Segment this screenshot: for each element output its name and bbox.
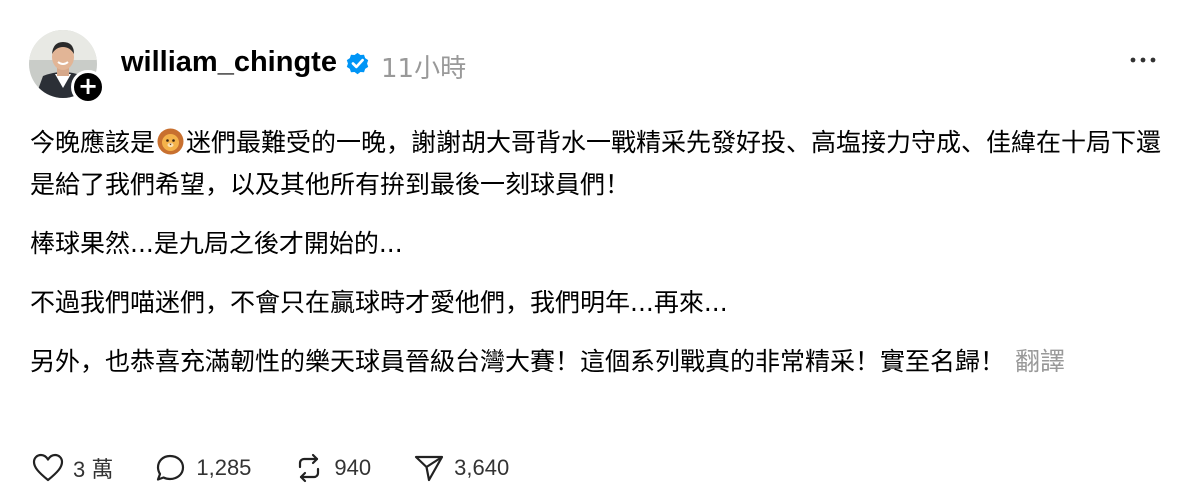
share-button[interactable]: 3,640: [413, 453, 509, 483]
reply-count: 1,285: [196, 455, 252, 480]
username[interactable]: william_chingte: [121, 46, 337, 79]
follow-plus-icon[interactable]: +: [71, 70, 105, 104]
like-button[interactable]: 3 萬: [32, 452, 113, 484]
lion-face-emoji-icon: [157, 126, 184, 155]
paragraph-text: 迷們最難受的一晚，謝謝胡大哥背水一戰精采先發好投、高塩接力守成、佳緯在十局下還是…: [30, 128, 1162, 199]
repost-button[interactable]: 940: [293, 453, 371, 483]
threads-post: + william_chingte 11小時 今晚應該是 迷們最難受的一晚，謝謝…: [0, 0, 1200, 498]
share-icon: [413, 453, 445, 483]
repost-count: 940: [334, 455, 372, 480]
action-bar: 3 萬 1,285 940 3,640: [32, 450, 551, 486]
more-options-icon[interactable]: [1128, 50, 1158, 70]
post-paragraph: 不過我們喵迷們，不會只在贏球時才愛他們，我們明年...再來...: [30, 288, 728, 317]
post-timestamp[interactable]: 11小時: [381, 48, 466, 85]
like-count: 3 萬: [73, 457, 114, 482]
post-paragraph: 棒球果然...是九局之後才開始的...: [30, 229, 403, 258]
paragraph-text: 另外，也恭喜充滿韌性的樂天球員晉級台灣大賽！這個系列戰真的非常精采！實至名歸！: [30, 347, 1006, 376]
verified-badge-icon: [344, 50, 371, 77]
repost-icon: [293, 453, 325, 483]
reply-button[interactable]: 1,285: [155, 453, 251, 483]
post-body: 今晚應該是 迷們最難受的一晚，謝謝胡大哥背水一戰精采先發好投、高塩接力守成、佳緯…: [30, 122, 1180, 400]
post-paragraph: 今晚應該是 迷們最難受的一晚，謝謝胡大哥背水一戰精采先發好投、高塩接力守成、佳緯…: [30, 122, 1180, 206]
heart-icon: [32, 453, 64, 483]
translate-link[interactable]: 翻譯: [1015, 347, 1065, 376]
comment-icon: [155, 453, 187, 483]
post-paragraph: 另外，也恭喜充滿韌性的樂天球員晉級台灣大賽！這個系列戰真的非常精采！實至名歸！ 翻…: [30, 341, 1180, 383]
paragraph-text: 今晚應該是: [30, 128, 156, 157]
share-count: 3,640: [454, 455, 510, 480]
